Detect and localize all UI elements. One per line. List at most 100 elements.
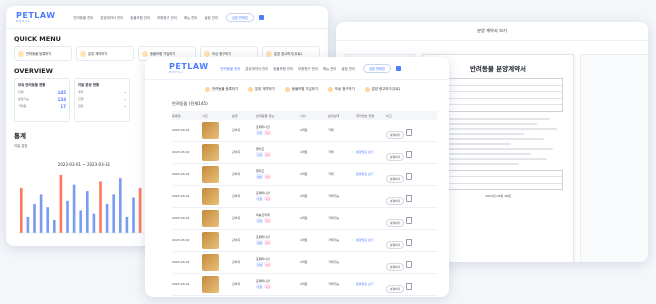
nav-item-settings[interactable]: 설정 관리	[204, 15, 218, 20]
quick-menu-ad[interactable]: 분양 광고하기(무료)	[364, 86, 400, 92]
row-contract-link[interactable]: 분양완료 보기	[356, 282, 386, 286]
overview-line-value[interactable]: -	[124, 97, 126, 102]
quick-menu-contract[interactable]: 분양 계약하기	[76, 46, 134, 61]
sell-button[interactable]: 분양하기	[386, 218, 405, 227]
col-header[interactable]: 분류	[232, 113, 256, 118]
age-tag: 1년	[264, 218, 272, 223]
sell-button[interactable]: 분양하기	[386, 130, 405, 139]
sell-button[interactable]: 분양하기	[386, 262, 405, 271]
pet-photo[interactable]	[202, 165, 232, 183]
quick-menu-register[interactable]: 반려동물 등록하기	[14, 46, 72, 61]
trash-icon[interactable]	[406, 260, 412, 268]
row-contract-link[interactable]: 분양완료 보기	[356, 172, 386, 176]
brand-logo[interactable]: PETLAW BREAL	[169, 62, 209, 74]
overview-line-value[interactable]: -	[124, 104, 126, 109]
row-age: 2개월	[300, 216, 308, 220]
trash-icon[interactable]	[406, 172, 412, 180]
trash-icon[interactable]	[406, 238, 412, 246]
paw-icon	[205, 86, 210, 92]
col-header[interactable]: 분양상태	[328, 113, 356, 118]
trash-icon[interactable]	[406, 282, 412, 290]
sell-button[interactable]: 분양하기	[386, 174, 405, 183]
nav-item-claims[interactable]: 보증청구 관리	[157, 15, 177, 20]
brand-logo[interactable]: PETLAW BREAL	[16, 11, 56, 23]
nav-item-contracts[interactable]: 분양계약서 관리	[100, 15, 123, 20]
overview-pets: 보유 반려동물 현황 전체 145 분양가능 133 거래중 17	[14, 78, 70, 122]
quick-menu-contract[interactable]: 분양 계약하기	[248, 86, 275, 92]
trash-icon[interactable]	[406, 194, 412, 202]
col-header: 계약번호 연결	[356, 113, 375, 118]
col-header[interactable]: 나이	[300, 113, 328, 118]
nav-item-contracts[interactable]: 분양계약서 관리	[245, 66, 268, 71]
nav-item-insurance[interactable]: 동물보험 관리	[273, 66, 293, 71]
trash-icon[interactable]	[406, 128, 412, 136]
nav-item-settings[interactable]: 설정 관리	[341, 66, 355, 71]
pet-photo[interactable]	[202, 209, 232, 227]
status-pill[interactable]: 입점 판매업	[362, 63, 391, 73]
sell-button[interactable]: 분양하기	[386, 152, 405, 161]
overview-line: 분양가능 133	[18, 97, 66, 102]
overview-line-value[interactable]: 145	[58, 90, 66, 95]
overview-line-value[interactable]: 17	[60, 104, 66, 109]
age-tag: 1년	[264, 174, 272, 179]
chart-bar	[33, 204, 36, 233]
overview-line-value[interactable]: -	[124, 90, 126, 95]
nav-item-insurance[interactable]: 동물보험 관리	[130, 15, 150, 20]
row-contract-link[interactable]: 분양완료 보기	[356, 150, 386, 154]
row-action: 분양하기	[386, 187, 406, 206]
age-tag: 1년	[264, 196, 272, 201]
table-row[interactable]: 2023-03-01 강아지 말티즈 수컷 1년 2개월 거래 분양완료 보기 …	[172, 142, 437, 164]
table-row[interactable]: 2023-03-01 강아지 포메라니안 수컷 1년 2개월 거래가능 분양완료…	[172, 274, 437, 296]
nav-item-pets[interactable]: 반려동물 관리	[221, 66, 241, 71]
status-pill[interactable]: 입점 판매업	[225, 12, 254, 22]
col-header[interactable]: 등록일	[172, 113, 202, 118]
sex-tag: 수컷	[256, 152, 264, 157]
table-row[interactable]: 2023-03-01 강아지 비숑프리제 수컷 1년 2개월 거래가능 분양하기	[172, 208, 437, 230]
contract-info-table	[433, 78, 563, 112]
notification-icon[interactable]	[258, 14, 264, 20]
quick-menu-claim[interactable]: 보상 청구하기	[327, 86, 355, 92]
megaphone-icon	[266, 50, 272, 57]
nav-item-pets[interactable]: 반려동물 관리	[74, 15, 94, 20]
chart-bar	[132, 197, 135, 233]
trash-icon[interactable]	[406, 216, 412, 224]
table-row[interactable]: 2023-03-01 강아지 포메라니안 수컷 1년 2개월 거래가능 분양하기	[172, 252, 437, 274]
quick-menu-label: 동물보험 가입하기	[150, 52, 176, 56]
row-type: 강아지	[232, 172, 241, 176]
row-status: 거래가능	[328, 216, 340, 220]
overview-line: 전체 145	[18, 90, 66, 95]
table-row[interactable]: 2023-03-01 강아지 포메라니안 수컷 1년 2개월 거래 분양하기	[172, 120, 437, 142]
quick-menu-register[interactable]: 반려동물 등록하기	[205, 86, 238, 92]
pet-photo[interactable]	[202, 143, 232, 161]
chart-bar	[99, 181, 102, 233]
pet-photo[interactable]	[202, 275, 232, 293]
nav-item-menu[interactable]: 메뉴 관리	[323, 66, 337, 71]
quick-menu-label: 동물보험 가입하기	[291, 87, 318, 91]
row-contract-link[interactable]: 분양완료 보기	[356, 238, 386, 242]
table-row[interactable]: 2023-03-01 강아지 말티즈 암컷 1년 2개월 거래 분양완료 보기 …	[172, 164, 437, 186]
nav-item-menu[interactable]: 메뉴 관리	[184, 15, 198, 20]
quick-menu-label: 분양 광고하기(무료)	[274, 52, 302, 56]
row-date: 2023-03-01	[172, 172, 190, 176]
pet-photo[interactable]	[202, 253, 232, 271]
row-action: 분양하기	[386, 143, 406, 162]
notification-icon[interactable]	[395, 65, 401, 71]
overview-line-value[interactable]: 133	[58, 97, 66, 102]
quick-menu-insurance[interactable]: 동물보험 가입하기	[284, 86, 318, 92]
sell-button[interactable]: 분양하기	[386, 196, 405, 205]
pet-photo[interactable]	[202, 121, 232, 139]
chart-bar	[105, 204, 109, 233]
sell-button[interactable]: 분양하기	[386, 284, 405, 293]
table-row[interactable]: 2023-03-01 강아지 포메라니안 수컷 1년 2개월 거래가능 분양하기	[172, 186, 437, 208]
overview-line-label: 진행	[78, 97, 84, 101]
sell-button[interactable]: 분양하기	[386, 240, 405, 249]
table-row[interactable]: 2023-03-01 강아지 포메라니안 암컷 1년 2개월 거래가능 분양완료…	[172, 230, 437, 252]
chart-bar	[52, 220, 56, 233]
nav-item-claims[interactable]: 보증청구 관리	[298, 66, 318, 71]
pet-photo[interactable]	[202, 231, 232, 249]
pet-name: 말티즈	[256, 147, 265, 152]
trash-icon[interactable]	[406, 150, 412, 158]
pet-photo[interactable]	[202, 187, 232, 205]
overview-line-label: 거래중	[18, 104, 27, 108]
col-header: 비고	[386, 113, 392, 118]
